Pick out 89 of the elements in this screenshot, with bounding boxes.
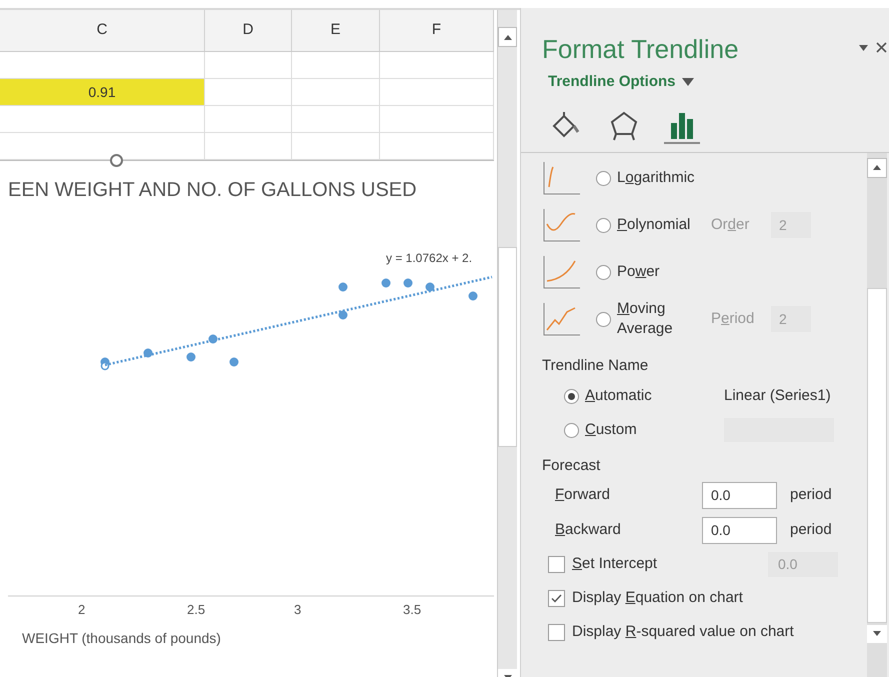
trendline-type-icon bbox=[543, 208, 581, 242]
down-arrow-icon bbox=[873, 631, 881, 636]
trendline-type-icon bbox=[543, 302, 581, 336]
scroll-thumb[interactable] bbox=[867, 288, 887, 622]
table-cell[interactable] bbox=[380, 79, 494, 106]
table-cell[interactable] bbox=[205, 133, 292, 160]
radio-button[interactable] bbox=[564, 422, 579, 438]
column-header[interactable]: F bbox=[380, 10, 494, 51]
table-cell[interactable]: 0.91 bbox=[0, 79, 205, 106]
data-point bbox=[404, 278, 412, 288]
checkbox-option[interactable]: Display R-squared value on chart bbox=[548, 621, 794, 644]
scroll-up-button[interactable] bbox=[498, 27, 517, 47]
table-cell[interactable] bbox=[0, 106, 205, 133]
column-header[interactable]: C bbox=[0, 10, 205, 51]
input-field[interactable]: 0.0 bbox=[702, 516, 777, 544]
trendline[interactable] bbox=[104, 276, 492, 366]
axis-title: WEIGHT (thousands of pounds) bbox=[22, 629, 221, 648]
trendline-equation: y = 1.0762x + 2. bbox=[386, 250, 472, 267]
table-cell[interactable] bbox=[380, 106, 494, 133]
checkbox-option[interactable]: Display Equation on chart bbox=[548, 587, 743, 610]
axis-tick-label: 2.5 bbox=[187, 601, 206, 619]
radio-button[interactable] bbox=[596, 312, 611, 326]
resize-handle[interactable] bbox=[110, 154, 123, 167]
name-option[interactable]: Automatic bbox=[564, 384, 724, 408]
scroll-down-button[interactable] bbox=[867, 624, 887, 642]
trendline-type-option[interactable]: Power bbox=[596, 262, 706, 282]
caret-icon bbox=[682, 78, 694, 86]
data-point bbox=[382, 278, 390, 288]
scroll-up-button[interactable] bbox=[867, 158, 887, 178]
column-header[interactable]: E bbox=[292, 10, 380, 51]
parameter-label: Period bbox=[711, 308, 756, 329]
section-heading: Trendline Name bbox=[542, 356, 648, 376]
vertical-scrollbar[interactable] bbox=[497, 10, 517, 677]
unit-label: period bbox=[790, 484, 832, 505]
data-point bbox=[338, 310, 348, 320]
data-point bbox=[426, 282, 434, 292]
close-icon[interactable] bbox=[876, 42, 887, 53]
chart-title: EEN WEIGHT AND NO. OF GALLONS USED bbox=[8, 178, 417, 203]
up-arrow-icon bbox=[504, 34, 512, 40]
checkbox-option[interactable]: Set Intercept bbox=[548, 553, 768, 576]
table-cell[interactable] bbox=[205, 52, 292, 79]
table-cell[interactable] bbox=[380, 52, 494, 79]
trendline-type-option[interactable]: Polynomial bbox=[596, 215, 706, 235]
data-point bbox=[144, 348, 152, 358]
vertical-scrollbar[interactable] bbox=[867, 152, 887, 677]
scroll-thumb[interactable] bbox=[498, 247, 517, 447]
trendline-type-icon bbox=[543, 161, 581, 195]
section-heading: Forecast bbox=[542, 456, 600, 476]
axis-tick-label: 3 bbox=[294, 601, 302, 619]
parameter-label: Order bbox=[711, 214, 750, 235]
radio-button[interactable] bbox=[596, 170, 611, 186]
table-cell[interactable] bbox=[0, 52, 205, 79]
radio-button[interactable] bbox=[596, 218, 611, 232]
section-dropdown[interactable]: Trendline Options bbox=[548, 71, 694, 94]
data-point bbox=[208, 334, 218, 344]
table-cell[interactable] bbox=[380, 133, 494, 160]
trendline-type-icon bbox=[543, 255, 581, 289]
pentagon-icon bbox=[608, 110, 640, 142]
data-point bbox=[186, 352, 196, 362]
checkbox[interactable] bbox=[548, 624, 565, 641]
table-cell[interactable] bbox=[292, 106, 380, 133]
checkbox[interactable] bbox=[548, 590, 565, 607]
column-header[interactable]: D bbox=[205, 10, 292, 51]
table-cell[interactable] bbox=[205, 106, 292, 133]
trendline-type-option[interactable]: Logarithmic bbox=[596, 168, 706, 188]
table-cell[interactable] bbox=[292, 79, 380, 106]
table-cell[interactable] bbox=[292, 52, 380, 79]
up-arrow-icon bbox=[873, 165, 881, 170]
caret-icon[interactable] bbox=[859, 44, 868, 50]
name-option[interactable]: Custom bbox=[564, 418, 724, 442]
field-label: Forward bbox=[555, 484, 612, 505]
radio-button[interactable] bbox=[596, 264, 611, 280]
trendline-type-option[interactable]: Moving Average bbox=[596, 299, 706, 339]
table-cell[interactable] bbox=[0, 133, 205, 160]
data-point bbox=[338, 282, 348, 292]
table-cell[interactable] bbox=[292, 133, 380, 160]
checkmark-icon bbox=[551, 594, 562, 603]
unit-label: period bbox=[790, 520, 832, 540]
field-label: Backward bbox=[555, 520, 622, 540]
checkbox[interactable] bbox=[548, 556, 565, 573]
trendline-name-value: Linear (Series1) bbox=[724, 386, 831, 406]
pane-title: Format Trendline bbox=[542, 36, 739, 62]
axis-tick-label: 3.5 bbox=[403, 601, 422, 619]
radio-button[interactable] bbox=[564, 388, 579, 404]
input-field[interactable]: 0.0 bbox=[702, 482, 777, 508]
data-point bbox=[468, 292, 478, 300]
data-point bbox=[230, 358, 238, 366]
table-cell[interactable] bbox=[205, 79, 292, 106]
axis-tick-label: 2 bbox=[78, 601, 86, 619]
